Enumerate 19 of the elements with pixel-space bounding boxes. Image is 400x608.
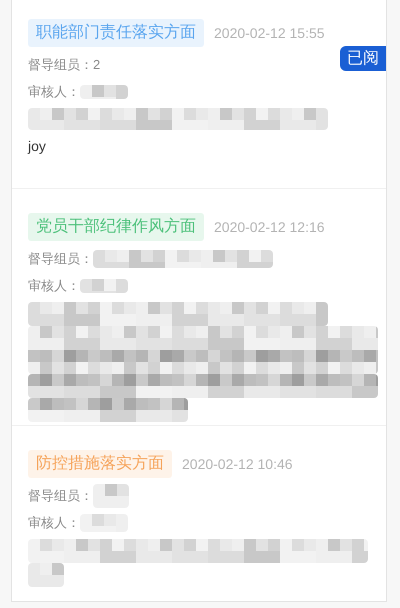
mosaic-drawing bbox=[80, 514, 128, 532]
mosaic-drawing bbox=[93, 484, 129, 508]
mosaic-drawing bbox=[80, 85, 128, 99]
reviewer-label: 审核人： bbox=[28, 83, 80, 102]
members-label: 督导组员： bbox=[28, 487, 93, 506]
members-label: 督导组员： bbox=[28, 250, 93, 268]
category-tag: 职能部门责任落实方面 bbox=[28, 19, 204, 47]
members-label: 督导组员： bbox=[28, 56, 93, 74]
category-tag: 党员干部纪律作风方面 bbox=[28, 213, 204, 241]
timestamp: 2020-02-12 12:16 bbox=[214, 218, 325, 236]
members-value: 2 bbox=[93, 56, 100, 74]
category-tag: 防控措施落实方面 bbox=[28, 450, 172, 478]
reviewer-label: 审核人： bbox=[28, 277, 80, 296]
reviewer-label: 审核人： bbox=[28, 514, 80, 532]
timestamp: 2020-02-12 10:46 bbox=[182, 454, 293, 474]
mosaic-drawing bbox=[80, 279, 128, 293]
read-badge: 已阅 bbox=[340, 46, 386, 71]
note-text: joy bbox=[28, 137, 47, 156]
timestamp: 2020-02-12 15:55 bbox=[214, 24, 325, 42]
